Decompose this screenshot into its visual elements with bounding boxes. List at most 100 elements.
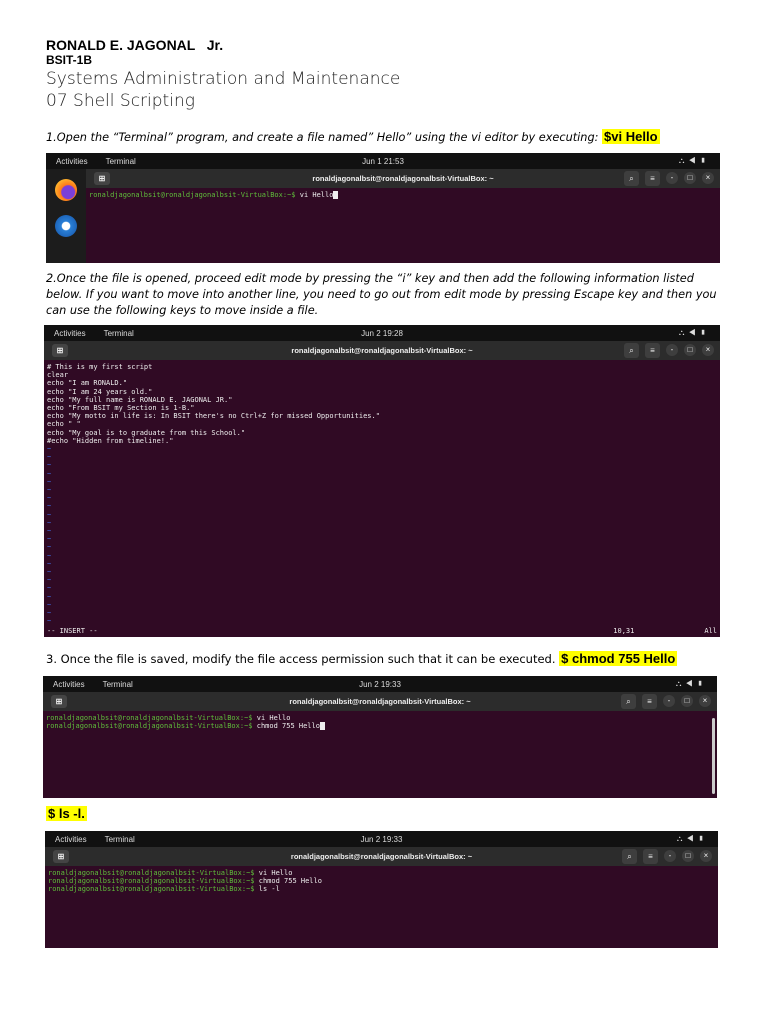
cursor [333,191,339,199]
terminal-screenshot-4: Activities Terminal Jun 2 19:33 ⛬◀▮ ⊞ ronald… [45,831,718,948]
clock: Jun 2 19:33 [359,679,401,689]
topic-title: 07 Shell Scripting [46,91,195,111]
top-bar: Activities Terminal Jun 2 19:33 ⛬◀▮ [43,676,717,692]
empty-line-marker: ~ [47,510,52,519]
empty-line-marker: ~ [47,617,52,626]
prompt: ronaldjagonalbsit@ronaldjagonalbsit-Virt… [48,869,255,877]
close-icon: × [702,172,714,184]
mode: -- INSERT -- [47,627,98,635]
empty-line-marker: ~ [47,559,52,568]
activities: Activities [56,156,88,166]
firefox-icon [55,179,77,201]
top-bar: Activities Terminal Jun 2 19:33 ⛬◀▮ [45,831,718,847]
window-header: ⊞ ronaldjagonalbsit@ronaldjagonalbsit-Vir… [43,692,717,711]
close-icon: × [702,344,714,356]
command: ls -l [258,885,280,894]
close-icon: × [700,850,712,862]
empty-line-marker: ~ [47,453,52,462]
window-title: ronaldjagonalbsit@ronaldjagonalbsit-Virt… [290,852,473,861]
minimize-icon: - [666,344,678,356]
empty-line-marker: ~ [47,543,52,552]
command: chmod 755 Hello [256,722,320,731]
step-1: 1.Open the “Terminal” program, and creat… [46,129,726,146]
cursor-position: 10,31 [613,627,635,635]
step-2: 2.Once the file is opened, proceed edit … [46,272,717,317]
maximize-icon: □ [684,172,696,184]
terminal-screenshot-1: Activities Terminal Jun 1 21:53 ⛬◀▮ ⊞ ronald… [46,153,720,263]
app-name: Terminal [103,328,134,338]
clock: Jun 2 19:28 [361,328,403,338]
new-tab-icon: ⊞ [53,850,69,863]
activities: Activities [55,834,87,844]
search-icon: ⌕ [621,694,636,709]
empty-line-marker: ~ [47,445,52,454]
top-bar: Activities Terminal Jun 1 21:53 ⛬◀▮ [46,153,720,169]
empty-line-marker: ~ [47,527,52,536]
top-bar: Activities Terminal Jun 2 19:28 ⛬◀▮ [44,325,720,341]
new-tab-icon: ⊞ [52,344,68,357]
empty-line-marker: ~ [47,469,52,478]
script-line: echo " " [47,420,81,429]
empty-line-marker: ~ [47,502,52,511]
menu-icon: ≡ [643,849,658,864]
script-line: echo "My full name is RONALD E. JAGONAL … [47,395,233,404]
script-line: echo "My goal is to graduate from this S… [47,428,246,437]
window-title: ronaldjagonalbsit@ronaldjagonalbsit-Virt… [291,346,473,355]
minimize-icon: - [664,850,676,862]
thunderbird-icon [55,215,77,237]
prompt: ronaldjagonalbsit@ronaldjagonalbsit-Virt… [48,877,255,886]
command: vi Hello [258,869,293,877]
scroll-position: All [704,627,717,635]
tray-icons: ⛬◀▮ [676,834,708,843]
section: BSIT-1B [46,53,93,67]
empty-line-marker: ~ [47,535,52,544]
step-4: $ ls -l. [46,806,87,821]
vi-editor: # This is my first script clear echo "I am… [44,360,720,629]
empty-line-marker: ~ [47,592,52,601]
search-icon: ⌕ [624,171,639,186]
empty-line-marker: ~ [47,584,52,593]
close-icon: × [699,695,711,707]
cursor [319,722,325,731]
maximize-icon: □ [684,344,696,356]
activities: Activities [54,328,86,338]
app-name: Terminal [104,834,135,844]
prompt: ronaldjagonalbsit@ronaldjagonalbsit-Virt… [46,722,253,731]
window-header: ⊞ ronaldjagonalbsit@ronaldjagonalbsit-Vir… [44,341,720,360]
empty-line-marker: ~ [47,551,52,560]
scrollbar[interactable] [712,718,715,794]
course-title: Systems Administration and Maintenance [46,69,401,89]
script-line: echo "I am 24 years old." [47,387,153,396]
dock [46,169,86,263]
window-header: ⊞ ronaldjagonalbsit@ronaldjagonalbsit-Vir… [45,847,718,866]
prompt: ronaldjagonalbsit@ronaldjagonalbsit-Virt… [89,191,296,199]
tray-icons: ⛬◀▮ [675,679,707,688]
command: chmod 755 Hello [258,877,322,886]
clock: Jun 2 19:33 [360,834,403,844]
empty-line-marker: ~ [47,518,52,527]
window-title: ronaldjagonalbsit@ronaldjagonalbsit-Virt… [312,174,494,183]
minimize-icon: - [666,172,678,184]
command-highlight: $ ls -l. [46,806,87,821]
empty-line-marker: ~ [47,486,52,495]
maximize-icon: □ [681,695,693,707]
menu-icon: ≡ [645,343,660,358]
terminal-screenshot-3: Activities Terminal Jun 2 19:33 ⛬◀▮ ⊞ ronald… [43,676,717,798]
vi-status-line: -- INSERT -- 10,31 All [44,627,720,637]
script-line: # This is my first script [47,363,153,371]
script-line: clear [47,371,69,380]
clock: Jun 1 21:53 [362,156,404,166]
script-line: echo "I am RONALD." [47,379,128,388]
search-icon: ⌕ [624,343,639,358]
activities: Activities [53,679,85,689]
new-tab-icon: ⊞ [94,172,110,185]
menu-icon: ≡ [645,171,660,186]
empty-line-marker: ~ [47,609,52,618]
minimize-icon: - [663,695,675,707]
command: vi Hello [256,714,291,722]
script-line: echo "From BSIT my Section is 1-B." [47,404,195,413]
script-line: #echo "Hidden from timeline!." [47,436,174,445]
menu-icon: ≡ [642,694,657,709]
empty-line-marker: ~ [47,477,52,486]
author-name: RONALD E. JAGONAL Jr. [46,37,224,53]
